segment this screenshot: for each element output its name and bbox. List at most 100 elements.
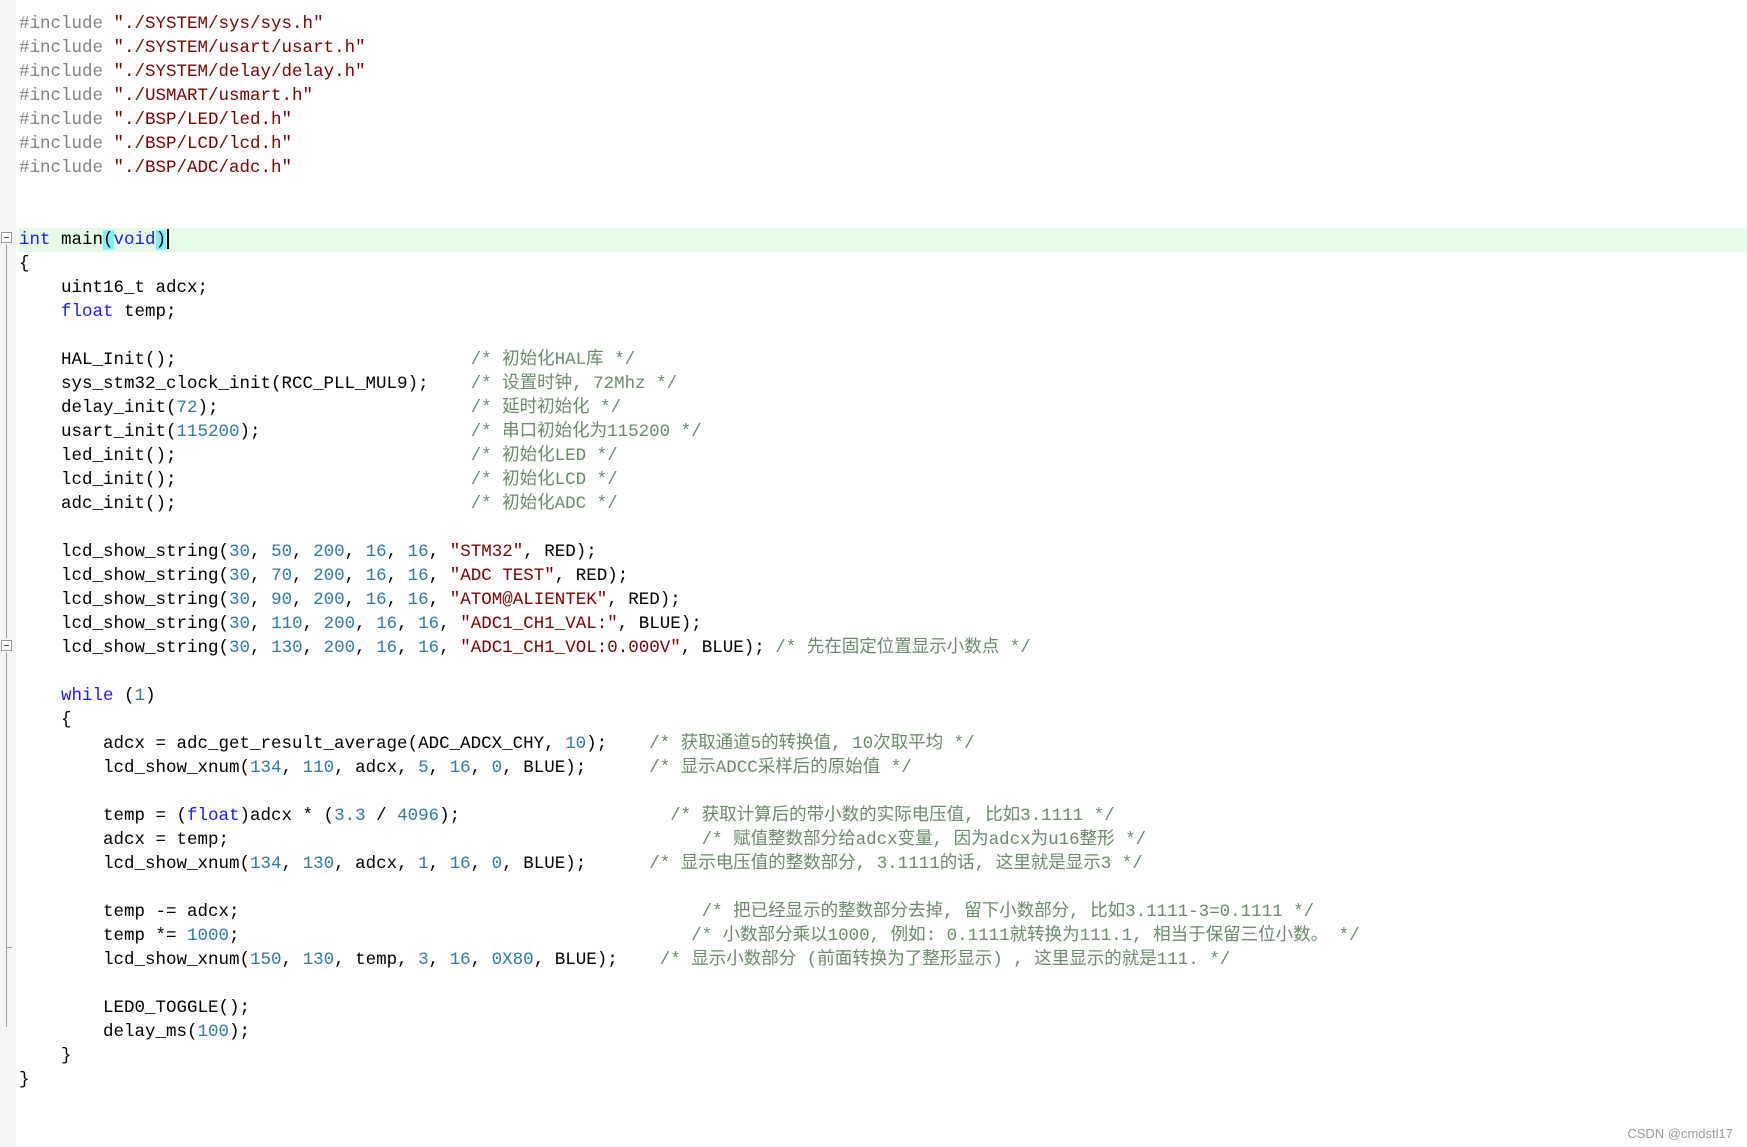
code-line[interactable]: temp = (float)adcx * (3.3 / 4096); /* 获取…	[19, 804, 1747, 828]
code-token: , adcx,	[334, 758, 419, 778]
code-line[interactable]: LED0_TOGGLE();	[19, 996, 1747, 1020]
code-token: ,	[428, 854, 450, 874]
code-line[interactable]: lcd_show_string(30, 110, 200, 16, 16, "A…	[19, 612, 1747, 636]
code-token: 0	[491, 854, 503, 874]
code-token: 16	[418, 638, 440, 658]
code-token: #include	[19, 134, 104, 154]
code-token: #include	[19, 14, 104, 34]
code-line[interactable]: sys_stm32_clock_init(RCC_PLL_MUL9); /* 设…	[19, 372, 1747, 396]
code-line[interactable]: temp *= 1000; /* 小数部分乘以1000, 例如: 0.1111就…	[19, 924, 1747, 948]
code-token: 1	[134, 686, 146, 706]
code-token: )	[145, 686, 156, 706]
code-line[interactable]: lcd_show_string(30, 70, 200, 16, 16, "AD…	[19, 564, 1747, 588]
text-caret	[167, 229, 170, 250]
code-line[interactable]: #include "./BSP/ADC/adc.h"	[19, 156, 1747, 180]
fold-toggle-icon[interactable]	[1, 232, 12, 243]
code-line[interactable]: #include "./BSP/LCD/lcd.h"	[19, 132, 1747, 156]
code-line[interactable]: while (1)	[19, 684, 1747, 708]
code-line[interactable]: lcd_show_xnum(134, 130, adcx, 1, 16, 0, …	[19, 852, 1747, 876]
code-token: ,	[428, 590, 450, 610]
code-line[interactable]: lcd_show_xnum(134, 110, adcx, 5, 16, 0, …	[19, 756, 1747, 780]
code-line[interactable]: #include "./SYSTEM/sys/sys.h"	[19, 12, 1747, 36]
code-line[interactable]: float temp;	[19, 300, 1747, 324]
code-line[interactable]	[19, 180, 1747, 204]
code-token: 5	[418, 758, 429, 778]
code-line[interactable]: usart_init(115200); /* 串口初始化为115200 */	[19, 420, 1747, 444]
code-editor[interactable]: #include "./SYSTEM/sys/sys.h" #include ".…	[0, 0, 1747, 1147]
code-line-current[interactable]: int main(void)	[19, 228, 1747, 252]
code-line[interactable]: led_init(); /* 初始化LED */	[19, 444, 1747, 468]
code-line[interactable]: #include "./USMART/usmart.h"	[19, 84, 1747, 108]
code-line[interactable]	[19, 876, 1747, 900]
code-line[interactable]: {	[19, 708, 1747, 732]
code-token: , BLUE);	[502, 854, 650, 874]
code-line[interactable]: adc_init(); /* 初始化ADC */	[19, 492, 1747, 516]
code-token: 16	[449, 854, 471, 874]
code-token: 200	[313, 542, 345, 562]
code-token: 72	[176, 398, 198, 418]
code-token: 100	[197, 1022, 230, 1042]
code-line[interactable]	[19, 780, 1747, 804]
code-token: (	[113, 686, 135, 706]
code-token: 110	[271, 614, 303, 634]
code-line[interactable]: #include "./SYSTEM/usart/usart.h"	[19, 36, 1747, 60]
code-line[interactable]: lcd_init(); /* 初始化LCD */	[19, 468, 1747, 492]
code-token: float	[61, 302, 114, 322]
code-token: 0	[491, 758, 503, 778]
code-line[interactable]: lcd_show_string(30, 50, 200, 16, 16, "ST…	[19, 540, 1747, 564]
code-token: /* 初始化HAL库 */	[470, 350, 636, 370]
code-token: ,	[292, 566, 314, 586]
code-token: /* 显示ADCC采样后的原始值 */	[649, 758, 912, 778]
code-line[interactable]: {	[19, 252, 1747, 276]
code-token: }	[19, 1070, 30, 1090]
code-line[interactable]	[19, 516, 1747, 540]
code-token: /* 初始化LCD */	[470, 470, 618, 490]
code-line[interactable]: }	[19, 1044, 1747, 1068]
code-token: ,	[250, 542, 272, 562]
code-token: ,	[470, 854, 492, 874]
code-line[interactable]: HAL_Init(); /* 初始化HAL库 */	[19, 348, 1747, 372]
code-token: ,	[397, 638, 419, 658]
code-line[interactable]: uint16_t adcx;	[19, 276, 1747, 300]
code-line[interactable]: #include "./BSP/LED/led.h"	[19, 108, 1747, 132]
code-line[interactable]	[19, 972, 1747, 996]
code-token: int	[19, 230, 51, 250]
code-line[interactable]: delay_ms(100);	[19, 1020, 1747, 1044]
code-line[interactable]: delay_init(72); /* 延时初始化 */	[19, 396, 1747, 420]
code-text-area[interactable]: #include "./SYSTEM/sys/sys.h" #include ".…	[19, 12, 1747, 1092]
code-token: /* 延时初始化 */	[470, 398, 622, 418]
code-line[interactable]: temp -= adcx; /* 把已经显示的整数部分去掉, 留下小数部分, 比…	[19, 900, 1747, 924]
code-token: float	[187, 806, 240, 826]
code-token: ,	[439, 614, 461, 634]
code-line[interactable]: #include "./SYSTEM/delay/delay.h"	[19, 60, 1747, 84]
code-token: /* 初始化LED */	[470, 446, 618, 466]
code-line[interactable]: lcd_show_xnum(150, 130, temp, 3, 16, 0X8…	[19, 948, 1747, 972]
code-token: , adcx,	[334, 854, 419, 874]
fold-toggle-icon[interactable]	[1, 640, 12, 651]
code-token: 30	[229, 614, 251, 634]
code-token: lcd_show_string(	[19, 638, 230, 658]
code-line[interactable]: }	[19, 1068, 1747, 1092]
code-token: 130	[271, 638, 303, 658]
code-line[interactable]: lcd_show_string(30, 130, 200, 16, 16, "A…	[19, 636, 1747, 660]
code-token: 30	[229, 542, 251, 562]
code-token: lcd_show_string(	[19, 614, 230, 634]
code-token: 16	[407, 566, 429, 586]
code-token: 200	[313, 566, 345, 586]
code-token: 16	[407, 590, 429, 610]
code-token: 70	[271, 566, 293, 586]
code-line[interactable]	[19, 324, 1747, 348]
code-line[interactable]	[19, 660, 1747, 684]
code-token: ,	[344, 542, 366, 562]
code-line[interactable]: adcx = adc_get_result_average(ADC_ADCX_C…	[19, 732, 1747, 756]
code-token: /* 初始化ADC */	[470, 494, 618, 514]
code-token: /* 设置时钟, 72Mhz */	[470, 374, 678, 394]
code-token: );	[439, 806, 671, 826]
code-token: , BLUE);	[617, 614, 702, 634]
code-token: "ADC1_CH1_VAL:"	[460, 614, 618, 634]
code-token: while	[61, 686, 114, 706]
code-line[interactable]: lcd_show_string(30, 90, 200, 16, 16, "AT…	[19, 588, 1747, 612]
code-line[interactable]: adcx = temp; /* 赋值整数部分给adcx变量, 因为adcx为u1…	[19, 828, 1747, 852]
code-line[interactable]	[19, 204, 1747, 228]
